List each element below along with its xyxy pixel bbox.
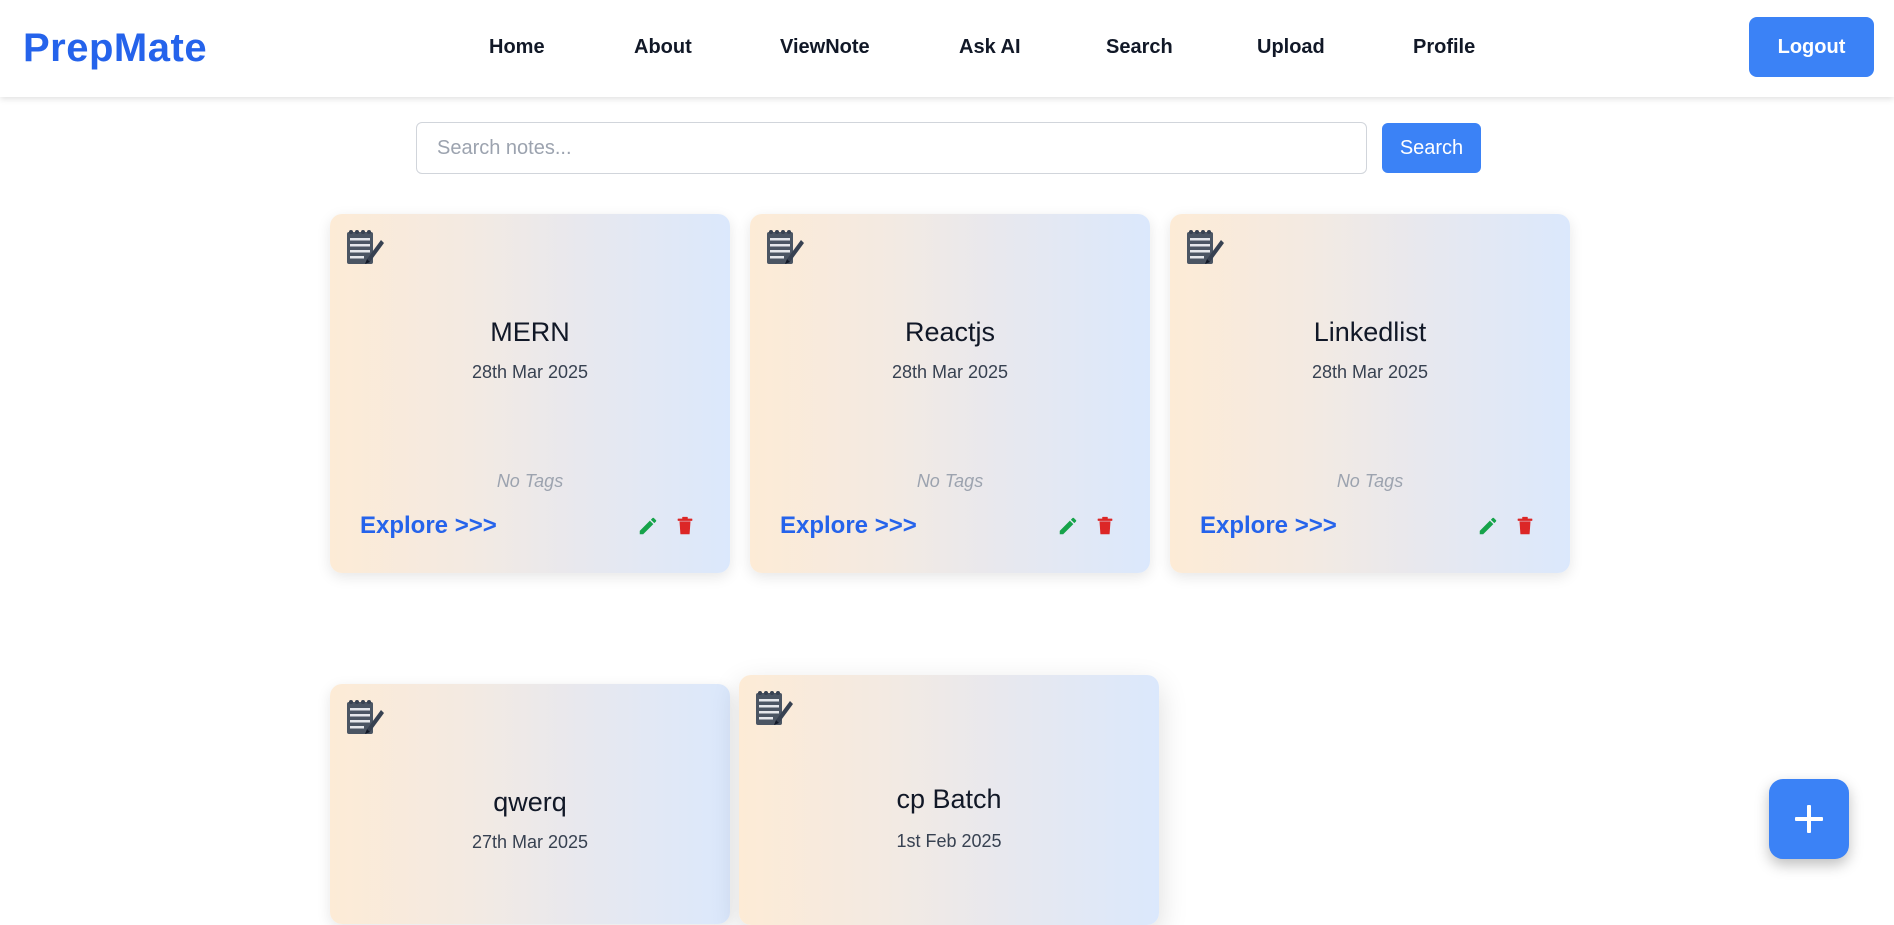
nav-viewnote[interactable]: ViewNote xyxy=(780,36,870,59)
add-note-button[interactable] xyxy=(1769,779,1849,859)
pencil-icon[interactable] xyxy=(1057,515,1079,537)
nav-home[interactable]: Home xyxy=(489,36,545,59)
explore-link[interactable]: Explore >>> xyxy=(360,512,497,540)
note-card[interactable]: qwerq 27th Mar 2025 xyxy=(330,684,730,924)
nav-links: Home About ViewNote Ask AI Search Upload… xyxy=(0,36,1894,66)
note-card[interactable]: Linkedlist 28th Mar 2025 No Tags Explore… xyxy=(1170,214,1570,573)
notepad-icon xyxy=(1181,226,1225,270)
note-title: MERN xyxy=(490,317,570,347)
nav-about[interactable]: About xyxy=(634,36,692,59)
notepad-icon xyxy=(761,226,805,270)
note-tags: No Tags xyxy=(1336,471,1404,491)
trash-icon[interactable] xyxy=(1094,515,1116,537)
nav-upload[interactable]: Upload xyxy=(1257,36,1325,59)
notepad-icon xyxy=(750,687,794,731)
nav-search[interactable]: Search xyxy=(1106,36,1173,59)
nav-profile[interactable]: Profile xyxy=(1413,36,1475,59)
explore-link[interactable]: Explore >>> xyxy=(1200,512,1337,540)
logout-button[interactable]: Logout xyxy=(1749,17,1874,77)
search-button[interactable]: Search xyxy=(1382,123,1481,173)
note-card[interactable]: MERN 28th Mar 2025 No Tags Explore >>> xyxy=(330,214,730,573)
search-input[interactable] xyxy=(416,122,1367,174)
trash-icon[interactable] xyxy=(1514,515,1536,537)
explore-link[interactable]: Explore >>> xyxy=(780,512,917,540)
plus-icon xyxy=(1795,805,1823,833)
note-title: Linkedlist xyxy=(1313,317,1427,347)
note-date: 28th Mar 2025 xyxy=(891,362,1009,382)
note-date: 1st Feb 2025 xyxy=(896,831,1002,851)
note-card[interactable]: Reactjs 28th Mar 2025 No Tags Explore >>… xyxy=(750,214,1150,573)
trash-icon[interactable] xyxy=(674,515,696,537)
note-title: qwerq xyxy=(493,787,567,817)
notepad-icon xyxy=(341,226,385,270)
note-title: cp Batch xyxy=(896,784,1002,814)
note-title: Reactjs xyxy=(904,317,996,347)
note-card[interactable]: cp Batch 1st Feb 2025 xyxy=(739,675,1159,925)
note-date: 27th Mar 2025 xyxy=(471,832,589,852)
note-tags: No Tags xyxy=(496,471,564,491)
nav-ask-ai[interactable]: Ask AI xyxy=(959,36,1021,59)
navbar: PrepMate Home About ViewNote Ask AI Sear… xyxy=(0,0,1894,97)
note-tags: No Tags xyxy=(916,471,984,491)
note-date: 28th Mar 2025 xyxy=(1311,362,1429,382)
pencil-icon[interactable] xyxy=(637,515,659,537)
pencil-icon[interactable] xyxy=(1477,515,1499,537)
note-date: 28th Mar 2025 xyxy=(471,362,589,382)
notepad-icon xyxy=(341,696,385,740)
